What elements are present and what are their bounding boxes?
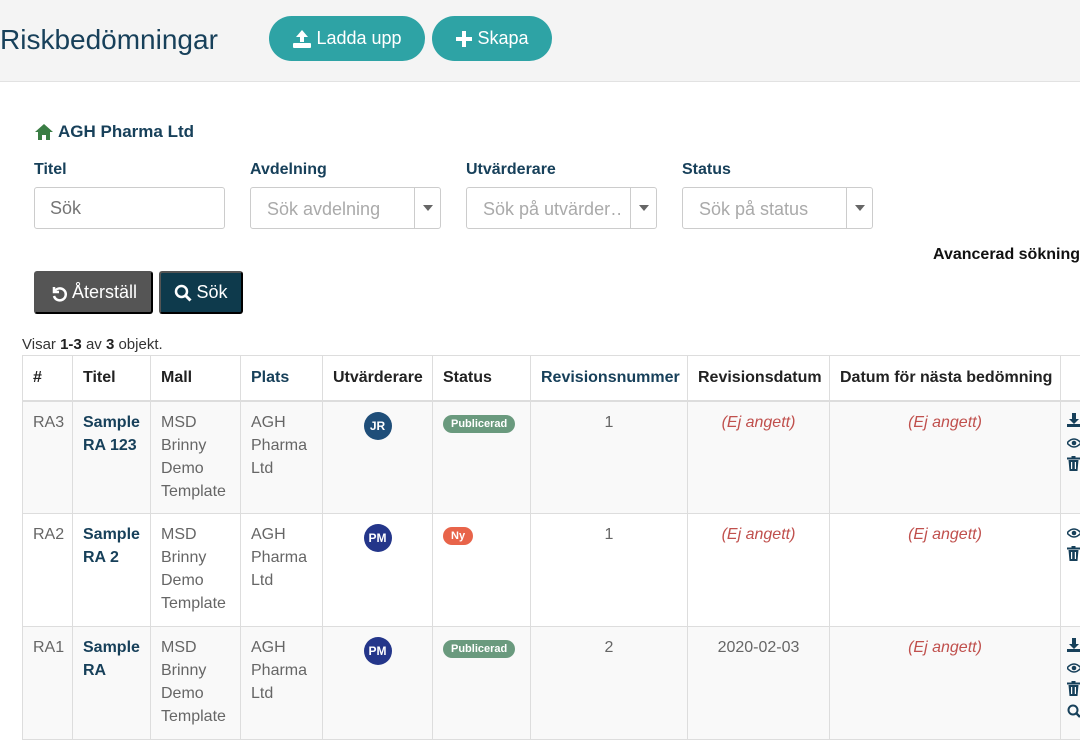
- status-filter-label: Status: [682, 161, 731, 179]
- cell-actions: [1061, 627, 1080, 740]
- cell-title-link[interactable]: Sample RA 2: [73, 514, 151, 627]
- trash-icon[interactable]: [1067, 545, 1080, 567]
- cell-site: AGH Pharma Ltd: [241, 627, 323, 740]
- cell-template: MSD Brinny Demo Template: [151, 401, 241, 514]
- cell-template: MSD Brinny Demo Template: [151, 514, 241, 627]
- search-icon: [174, 284, 192, 302]
- assessor-avatar[interactable]: PM: [364, 524, 392, 552]
- upload-icon: [292, 29, 312, 49]
- department-filter-label: Avdelning: [250, 161, 327, 179]
- cell-site: AGH Pharma Ltd: [241, 514, 323, 627]
- cell-next-assessment-date: (Ej angett): [830, 514, 1061, 627]
- page-header: Riskbedömningar Ladda upp Skapa: [0, 0, 1080, 82]
- reset-button[interactable]: Återställ: [34, 271, 153, 314]
- column-header-revision-date: Revisionsdatum: [688, 356, 830, 401]
- cell-status: Publicerad: [433, 401, 531, 514]
- department-select[interactable]: Sök avdelning: [250, 187, 441, 229]
- cell-revision-number: 1: [531, 401, 688, 514]
- table-header-row: # Titel Mall Plats Utvärderare Status Re…: [23, 356, 1080, 401]
- column-header-status: Status: [433, 356, 531, 401]
- cell-status: Publicerad: [433, 627, 531, 740]
- column-header-template: Mall: [151, 356, 241, 401]
- cell-id: RA3: [23, 401, 73, 514]
- chevron-down-icon: [423, 205, 433, 211]
- cell-next-assessment-date: (Ej angett): [830, 401, 1061, 514]
- cell-id: RA2: [23, 514, 73, 627]
- cell-site: AGH Pharma Ltd: [241, 401, 323, 514]
- cell-assessor: JR: [323, 401, 433, 514]
- cell-revision-number: 1: [531, 514, 688, 627]
- cell-next-assessment-date: (Ej angett): [830, 627, 1061, 740]
- page-title: Riskbedömningar: [0, 24, 218, 56]
- create-button-label: Skapa: [477, 28, 528, 49]
- cell-id: RA1: [23, 627, 73, 740]
- cell-title-link[interactable]: Sample RA 123: [73, 401, 151, 514]
- column-header-site[interactable]: Plats: [241, 356, 323, 401]
- reset-button-label: Återställ: [72, 282, 137, 303]
- assessor-select-placeholder: Sök på utvärder…: [483, 199, 623, 220]
- advanced-search-link[interactable]: Avancerad sökning: [933, 246, 1080, 264]
- cell-actions: [1061, 401, 1080, 514]
- cell-assessor: PM: [323, 627, 433, 740]
- cell-revision-date: 2020-02-03: [688, 627, 830, 740]
- table-row: RA2Sample RA 2MSD Brinny Demo TemplateAG…: [23, 514, 1080, 627]
- table-row: RA1Sample RAMSD Brinny Demo TemplateAGH …: [23, 627, 1080, 740]
- status-select[interactable]: Sök på status: [682, 187, 873, 229]
- column-header-title: Titel: [73, 356, 151, 401]
- department-select-placeholder: Sök avdelning: [267, 199, 380, 220]
- department-dropdown-toggle[interactable]: [414, 188, 440, 228]
- assessor-dropdown-toggle[interactable]: [630, 188, 656, 228]
- cell-actions: [1061, 514, 1080, 627]
- column-header-actions: [1061, 356, 1080, 401]
- status-badge: Publicerad: [443, 415, 515, 433]
- company-name: AGH Pharma Ltd: [58, 122, 194, 142]
- risk-assessment-table: # Titel Mall Plats Utvärderare Status Re…: [22, 355, 1080, 740]
- download-icon[interactable]: [1067, 411, 1080, 433]
- search-button[interactable]: Sök: [159, 271, 243, 314]
- trash-icon[interactable]: [1067, 455, 1080, 477]
- cell-status: Ny: [433, 514, 531, 627]
- eye-icon[interactable]: [1067, 433, 1080, 455]
- chevron-down-icon: [855, 205, 865, 211]
- chevron-down-icon: [639, 205, 649, 211]
- status-select-placeholder: Sök på status: [699, 199, 808, 220]
- assessor-avatar[interactable]: JR: [364, 412, 392, 440]
- results-summary: Visar 1-3 av 3 objekt.: [22, 336, 163, 353]
- download-icon[interactable]: [1067, 636, 1080, 658]
- title-search-input[interactable]: [34, 187, 225, 229]
- eye-icon[interactable]: [1067, 523, 1080, 545]
- search-button-label: Sök: [196, 282, 227, 303]
- cell-title-link[interactable]: Sample RA: [73, 627, 151, 740]
- eye-icon[interactable]: [1067, 658, 1080, 680]
- status-dropdown-toggle[interactable]: [846, 188, 872, 228]
- assessor-filter-label: Utvärderare: [466, 161, 556, 179]
- column-header-assessor: Utvärderare: [323, 356, 433, 401]
- upload-button-label: Ladda upp: [316, 28, 401, 49]
- cell-revision-date: (Ej angett): [688, 401, 830, 514]
- column-header-next-assessment-date: Datum för nästa bedömning: [830, 356, 1061, 401]
- cell-assessor: PM: [323, 514, 433, 627]
- table-row: RA3Sample RA 123MSD Brinny Demo Template…: [23, 401, 1080, 514]
- title-filter-label: Titel: [34, 161, 67, 179]
- assessor-select[interactable]: Sök på utvärder…: [466, 187, 657, 229]
- undo-icon: [50, 284, 68, 302]
- status-badge: Ny: [443, 527, 473, 545]
- plus-icon: [455, 30, 473, 48]
- cell-revision-date: (Ej angett): [688, 514, 830, 627]
- home-icon: [34, 123, 54, 141]
- cell-revision-number: 2: [531, 627, 688, 740]
- column-header-revision-number[interactable]: Revisionsnummer: [531, 356, 688, 401]
- assessor-avatar[interactable]: PM: [364, 637, 392, 665]
- trash-icon[interactable]: [1067, 680, 1080, 702]
- create-button[interactable]: Skapa: [432, 16, 552, 61]
- company-breadcrumb[interactable]: AGH Pharma Ltd: [34, 122, 194, 142]
- status-badge: Publicerad: [443, 640, 515, 658]
- search-icon[interactable]: [1067, 702, 1080, 724]
- cell-template: MSD Brinny Demo Template: [151, 627, 241, 740]
- upload-button[interactable]: Ladda upp: [269, 16, 425, 61]
- column-header-id: #: [23, 356, 73, 401]
